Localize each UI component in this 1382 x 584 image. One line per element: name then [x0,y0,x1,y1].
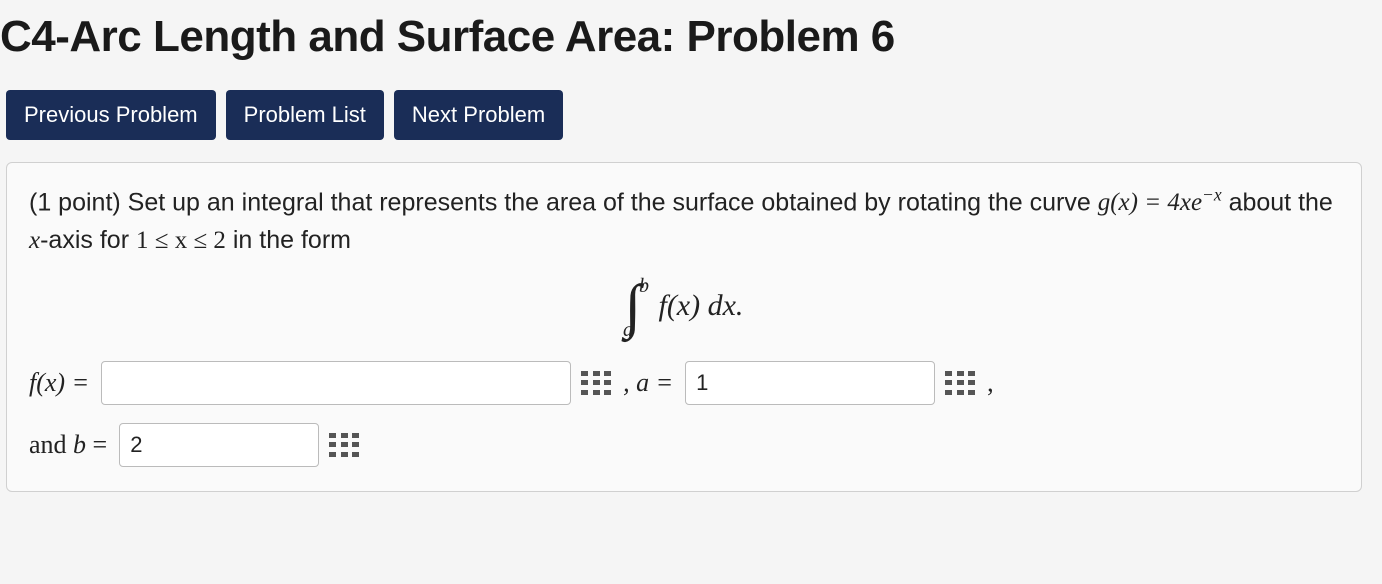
previous-problem-button[interactable]: Previous Problem [6,90,216,140]
keypad-icon[interactable] [945,371,975,395]
problem-text-4: in the form [226,226,351,254]
problem-text-2: about the [1222,188,1333,216]
problem-text-3a: -axis for [40,226,136,254]
integral-lower: a [623,320,633,340]
nav-buttons: Previous Problem Problem List Next Probl… [0,90,1382,162]
problem-text-1: Set up an integral that represents the a… [128,188,1098,216]
integral-bounds: ba [641,288,651,328]
points-label: (1 point) [29,188,128,216]
problem-container: (1 point) Set up an integral that repres… [6,162,1362,492]
problem-statement: (1 point) Set up an integral that repres… [29,183,1339,259]
answer-row-2: and b = [29,423,1339,467]
b-label: and b = [29,430,107,460]
next-problem-button[interactable]: Next Problem [394,90,563,140]
integral-display: ∫ba f(x) dx. [29,259,1339,361]
gx-expression: g(x) = 4xe−x [1098,189,1222,216]
axis-var: x [29,227,40,254]
range-expression: 1 ≤ x ≤ 2 [136,227,226,254]
comma: , [987,368,994,398]
a-input[interactable] [685,361,935,405]
answer-row-1: f(x) = , a = , [29,361,1339,405]
fx-label: f(x) = [29,368,89,398]
keypad-icon[interactable] [581,371,611,395]
integral-upper: b [639,276,649,296]
page-title: C4-Arc Length and Surface Area: Problem … [0,0,1382,90]
a-label: , a = [623,368,673,398]
problem-list-button[interactable]: Problem List [226,90,384,140]
b-input[interactable] [119,423,319,467]
keypad-icon[interactable] [329,433,359,457]
integral-body: f(x) dx. [658,289,743,322]
fx-input[interactable] [101,361,571,405]
